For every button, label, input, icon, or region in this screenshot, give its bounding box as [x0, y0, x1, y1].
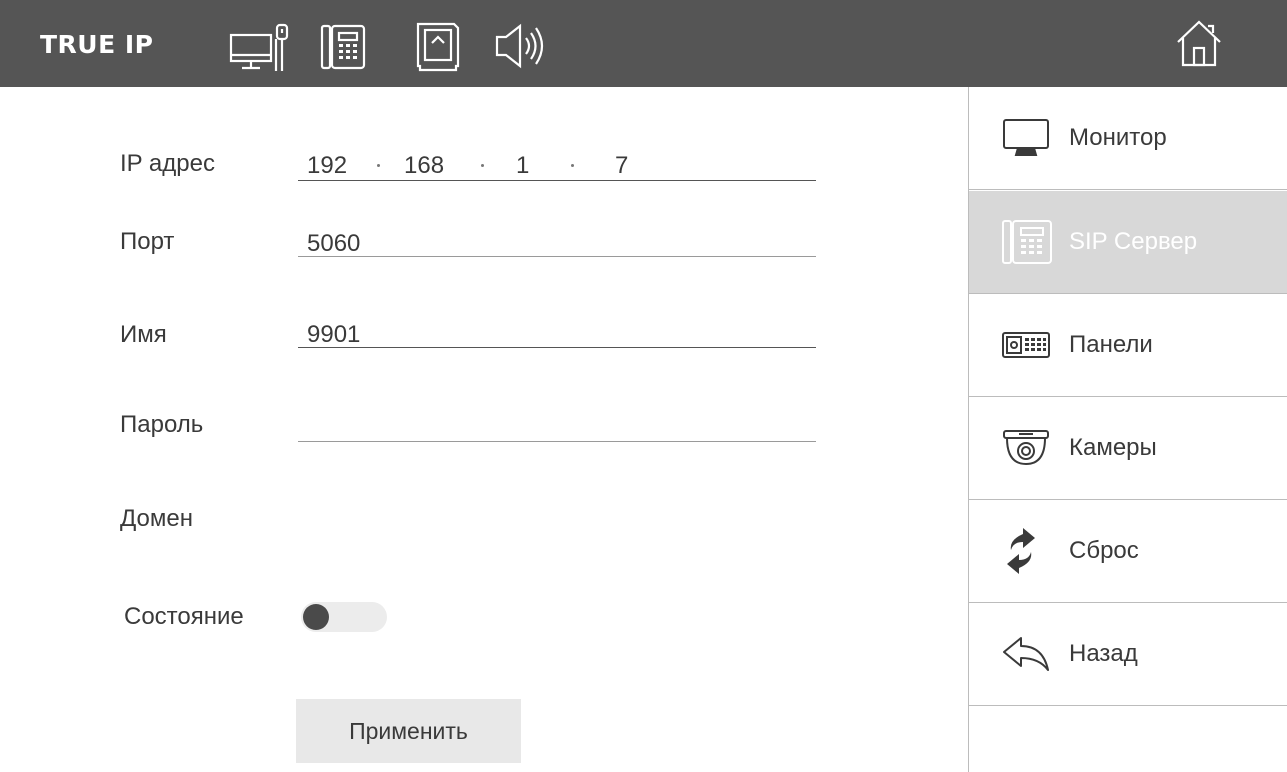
sip-phone-icon — [1001, 218, 1053, 266]
name-field[interactable]: 9901 — [307, 321, 360, 349]
brand-logo: TRUE IP — [40, 30, 154, 59]
door-panel-icon — [1001, 330, 1051, 360]
settings-sidebar: Монитор SIP Сервер Панели Камеры Сброс Н… — [968, 87, 1287, 772]
dome-camera-icon — [1001, 428, 1051, 468]
ip-octet-2[interactable]: 168 — [404, 152, 444, 180]
password-label: Пароль — [120, 411, 204, 438]
name-label: Имя — [120, 321, 167, 348]
monitor-icon — [1001, 117, 1051, 159]
ip-octet-3[interactable]: 1 — [516, 152, 529, 180]
sidebar-item-label: Назад — [1069, 640, 1138, 667]
password-field[interactable] — [307, 413, 815, 441]
password-underline — [298, 441, 816, 442]
sip-phone-icon[interactable] — [320, 23, 366, 71]
sidebar-item-label: SIP Сервер — [1069, 228, 1198, 255]
state-toggle[interactable] — [301, 602, 387, 632]
reset-arrows-icon — [1001, 526, 1041, 576]
ip-octet-4[interactable]: 7 — [615, 152, 628, 180]
sd-card-icon[interactable] — [414, 21, 462, 73]
sidebar-item-reset[interactable]: Сброс — [969, 500, 1287, 603]
port-field[interactable]: 5060 — [307, 230, 360, 258]
sidebar-item-sip-server[interactable]: SIP Сервер — [969, 191, 1287, 294]
ip-address-label: IP адрес — [120, 150, 215, 177]
back-arrow-icon — [1001, 634, 1051, 674]
sidebar-item-monitor[interactable]: Монитор — [969, 87, 1287, 190]
port-label: Порт — [120, 228, 175, 255]
apply-button[interactable]: Применить — [296, 699, 521, 763]
name-underline — [298, 347, 816, 348]
ip-dot — [377, 164, 380, 167]
sidebar-item-label: Камеры — [1069, 434, 1157, 461]
sidebar-item-back[interactable]: Назад — [969, 603, 1287, 706]
sidebar-item-panels[interactable]: Панели — [969, 294, 1287, 397]
top-bar: TRUE IP — [0, 0, 1287, 87]
monitor-network-icon[interactable] — [229, 23, 291, 73]
sidebar-item-label: Монитор — [1069, 124, 1167, 151]
ip-dot — [481, 164, 484, 167]
sidebar-item-cameras[interactable]: Камеры — [969, 397, 1287, 500]
speaker-icon[interactable] — [494, 23, 550, 69]
sidebar-item-label: Панели — [1069, 331, 1153, 358]
ip-octet-1[interactable]: 192 — [307, 152, 347, 180]
domain-label: Домен — [120, 505, 193, 532]
home-icon[interactable] — [1175, 18, 1223, 68]
port-underline — [298, 256, 816, 257]
ip-dot — [571, 164, 574, 167]
ip-underline — [298, 180, 816, 181]
toggle-knob — [303, 604, 329, 630]
state-label: Состояние — [124, 603, 244, 630]
sidebar-item-label: Сброс — [1069, 537, 1139, 564]
